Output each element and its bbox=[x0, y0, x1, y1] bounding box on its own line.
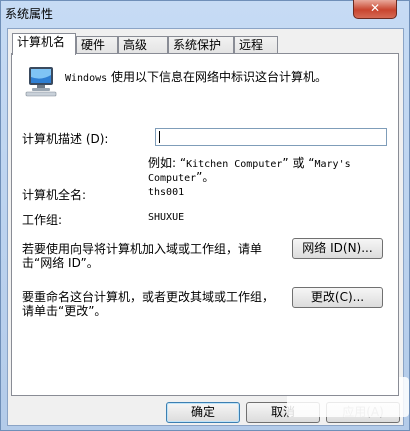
full-name-value: ths001 bbox=[148, 187, 185, 198]
computer-description-input[interactable] bbox=[155, 128, 387, 146]
tab-system-protection[interactable]: 系统保护 bbox=[168, 36, 234, 54]
tab-remote[interactable]: 远程 bbox=[234, 36, 278, 54]
text-caret bbox=[159, 131, 160, 143]
computer-icon bbox=[25, 67, 57, 97]
rename-text-line-2: 请单击“更改”。 bbox=[22, 304, 107, 318]
window-title: 系统属性 bbox=[5, 7, 54, 21]
title-bar[interactable]: 系统属性 ✕ bbox=[1, 0, 409, 27]
description-label: 计算机描述 (D): bbox=[22, 132, 109, 146]
example-line-2: Computer”。 bbox=[148, 170, 215, 184]
tab-hardware[interactable]: 硬件 bbox=[76, 36, 118, 54]
full-name-label: 计算机全名: bbox=[22, 188, 87, 202]
tab-computer-name[interactable]: 计算机名 bbox=[12, 33, 76, 55]
computer-name-panel: Windows 使用以下信息在网络中标识这台计算机。 计算机描述 (D): 例如… bbox=[11, 53, 399, 396]
join-domain-text-line-2: 击“网络 ID”。 bbox=[22, 256, 99, 270]
change-button[interactable]: 更改(C)... bbox=[292, 287, 383, 308]
workgroup-label: 工作组: bbox=[22, 213, 63, 227]
network-id-button[interactable]: 网络 ID(N)... bbox=[292, 238, 383, 259]
intro-text: Windows 使用以下信息在网络中标识这台计算机。 bbox=[65, 70, 327, 84]
system-properties-window: 系统属性 ✕ 计算机名 硬件 高级 系统保护 远程 Windows 使用以下信息… bbox=[0, 0, 410, 431]
tab-advanced[interactable]: 高级 bbox=[118, 36, 168, 54]
workgroup-value: SHUXUE bbox=[148, 212, 185, 223]
ok-button[interactable]: 确定 bbox=[166, 402, 240, 423]
dialog-client-area: 计算机名 硬件 高级 系统保护 远程 Windows 使用以下信息在网络中标识这… bbox=[7, 28, 404, 426]
close-button[interactable]: ✕ bbox=[353, 0, 397, 19]
